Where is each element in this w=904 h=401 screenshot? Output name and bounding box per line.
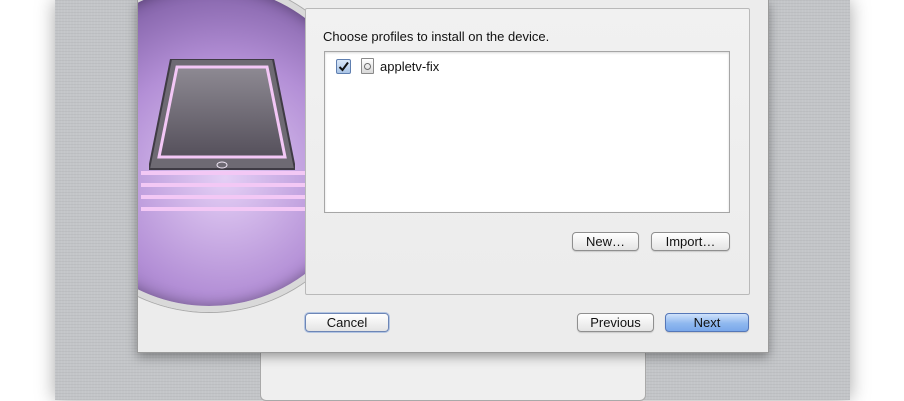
assistant-sheet: Choose profiles to install on the device… bbox=[137, 0, 769, 353]
checkmark-icon bbox=[338, 61, 349, 72]
import-profile-button[interactable]: Import… bbox=[651, 232, 730, 251]
list-item[interactable]: appletv-fix bbox=[336, 57, 439, 75]
profile-checkbox[interactable] bbox=[336, 58, 351, 74]
profile-name: appletv-fix bbox=[380, 58, 440, 74]
profiles-panel: Choose profiles to install on the device… bbox=[305, 8, 750, 295]
profiles-list[interactable]: appletv-fix bbox=[324, 51, 730, 213]
new-profile-button[interactable]: New… bbox=[572, 232, 639, 251]
panel-prompt: Choose profiles to install on the device… bbox=[323, 29, 550, 44]
ios-device-icon bbox=[149, 59, 295, 170]
device-dock-stripes bbox=[141, 171, 311, 211]
next-button[interactable]: Next bbox=[665, 313, 749, 332]
profile-document-icon bbox=[361, 58, 374, 74]
cancel-button[interactable]: Cancel bbox=[305, 313, 389, 332]
previous-button[interactable]: Previous bbox=[577, 313, 654, 332]
underlying-sheet bbox=[260, 346, 646, 401]
